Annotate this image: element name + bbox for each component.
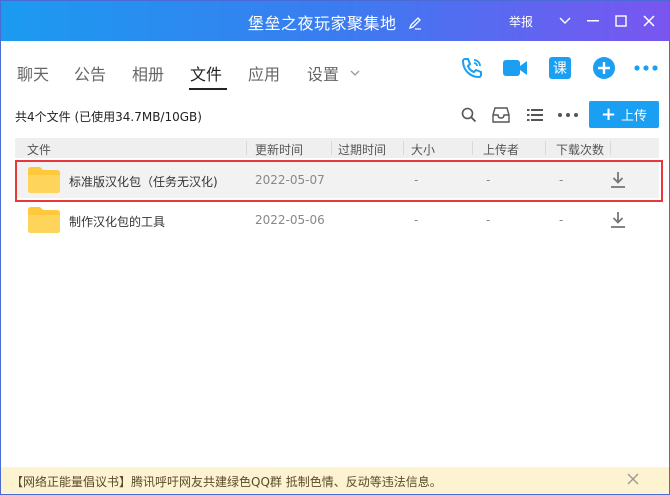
download-icon[interactable] <box>609 211 627 229</box>
selection-highlight <box>15 160 663 202</box>
file-row[interactable]: 制作汉化包的工具 2022-05-06 - - - <box>15 202 659 238</box>
file-uploader: - <box>486 213 491 227</box>
video-icon[interactable] <box>502 55 528 81</box>
lesson-label: 课 <box>549 57 571 79</box>
search-icon[interactable] <box>459 105 479 125</box>
column-divider <box>610 141 611 155</box>
edit-name-icon[interactable] <box>408 15 422 34</box>
notice-text[interactable]: 【网络正能量倡议书】腾讯呼吁网友共建绿色QQ群 抵制色情、反动等违法信息。 <box>11 473 442 490</box>
file-table-header: 文件 更新时间 过期时间 大小 上传者 下载次数 <box>15 138 659 158</box>
more-icon[interactable] <box>633 55 659 81</box>
storage-summary: 共4个文件 (已使用34.7MB/10GB) <box>15 110 202 124</box>
upload-button[interactable]: + 上传 <box>589 101 659 128</box>
lesson-icon[interactable]: 课 <box>547 55 573 81</box>
inbox-icon[interactable] <box>491 105 511 125</box>
tab-files[interactable]: 文件 <box>190 61 222 85</box>
header-updated[interactable]: 更新时间 <box>255 141 303 158</box>
plus-icon: + <box>600 103 617 125</box>
column-divider <box>331 141 332 155</box>
file-size: - <box>414 213 419 227</box>
header-name[interactable]: 文件 <box>27 141 51 158</box>
tab-album[interactable]: 相册 <box>132 61 164 85</box>
active-tab-indicator <box>189 88 227 90</box>
tab-settings[interactable]: 设置 <box>307 61 360 85</box>
tab-announcement[interactable]: 公告 <box>74 61 106 85</box>
header-uploader[interactable]: 上传者 <box>483 141 519 158</box>
chevron-down-icon[interactable] <box>551 1 579 41</box>
column-divider <box>403 141 404 155</box>
column-divider <box>246 141 247 155</box>
file-updated: 2022-05-06 <box>255 213 325 227</box>
list-view-icon[interactable] <box>525 105 545 125</box>
tab-chat[interactable]: 聊天 <box>17 61 49 85</box>
file-downloads: - <box>559 213 564 227</box>
header-downloads[interactable]: 下载次数 <box>556 141 604 158</box>
report-button[interactable]: 举报 <box>509 13 533 30</box>
phone-icon[interactable] <box>459 55 485 81</box>
tab-settings-label: 设置 <box>307 65 340 84</box>
column-divider <box>472 141 473 155</box>
close-button[interactable] <box>635 1 663 41</box>
header-expire[interactable]: 过期时间 <box>338 141 386 158</box>
add-icon[interactable] <box>591 55 617 81</box>
close-icon[interactable] <box>627 473 641 487</box>
group-name: 堡垒之夜玩家聚集地 <box>247 14 397 33</box>
maximize-button[interactable] <box>607 1 635 41</box>
notice-bar: 【网络正能量倡议书】腾讯呼吁网友共建绿色QQ群 抵制色情、反动等违法信息。 <box>1 467 669 494</box>
minimize-button[interactable] <box>579 1 607 41</box>
title-bar: 堡垒之夜玩家聚集地 举报 <box>1 1 669 41</box>
upload-label: 上传 <box>621 109 648 124</box>
tab-apps[interactable]: 应用 <box>248 61 280 85</box>
column-divider <box>545 141 546 155</box>
folder-icon <box>28 207 60 233</box>
chevron-down-icon <box>350 70 360 76</box>
header-size[interactable]: 大小 <box>411 141 435 158</box>
more-options-icon[interactable] <box>558 105 578 125</box>
file-name[interactable]: 制作汉化包的工具 <box>69 213 165 230</box>
